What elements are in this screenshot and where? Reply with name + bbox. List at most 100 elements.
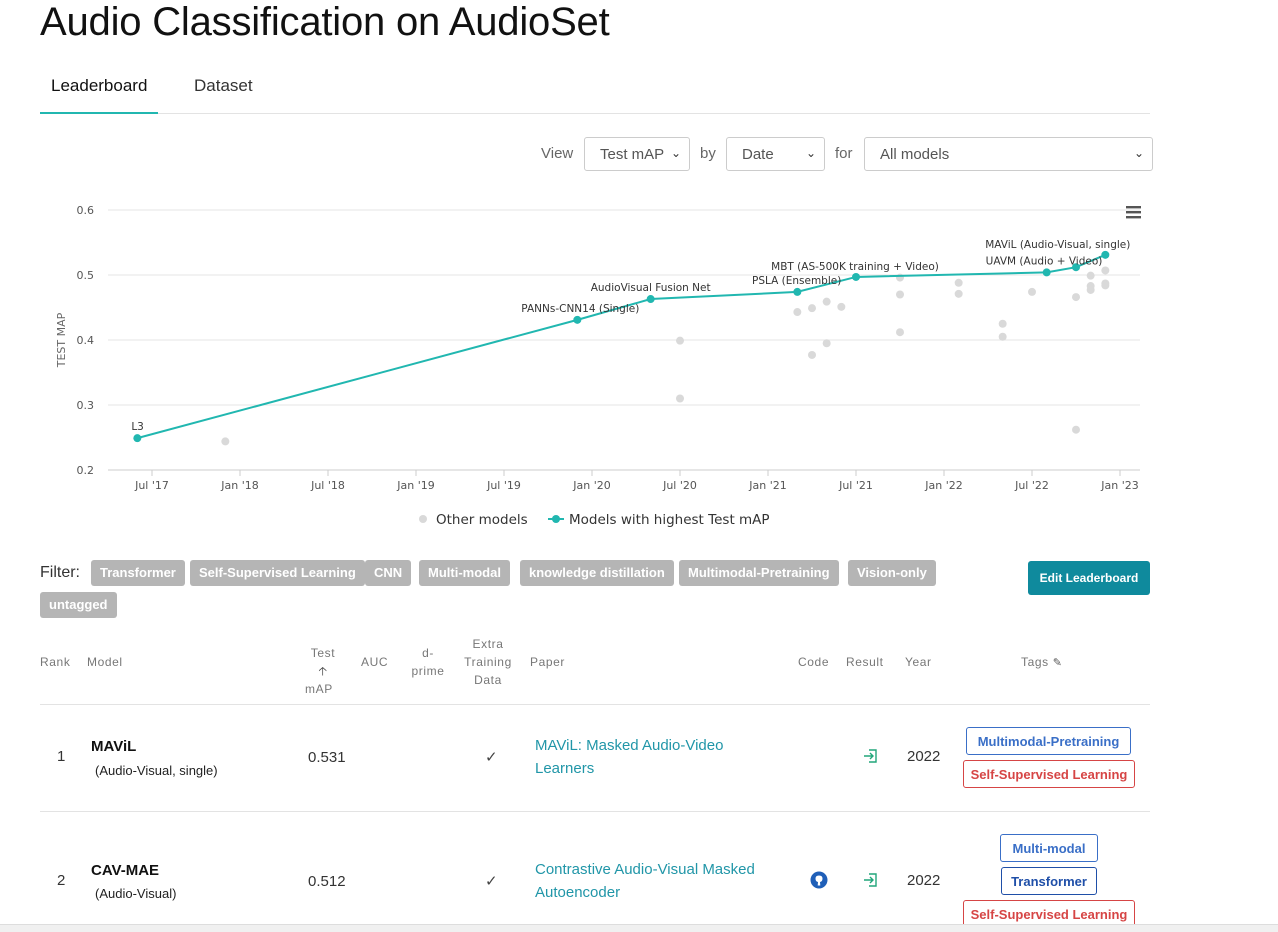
x-tick-label: Jan '19 <box>396 479 434 492</box>
row-model-sub: (Audio-Visual) <box>95 886 177 901</box>
github-icon[interactable] <box>810 871 828 894</box>
other-model-point <box>221 437 230 446</box>
header-extra-data: Extra Training Data <box>458 635 518 689</box>
filter-tag-untagged[interactable]: untagged <box>40 592 117 618</box>
result-link-icon[interactable] <box>863 748 879 769</box>
x-tick-label: Jan '20 <box>572 479 610 492</box>
x-tick-label: Jul '17 <box>134 479 169 492</box>
y-tick-label: 0.2 <box>77 464 95 477</box>
row-model-name[interactable]: MAViL <box>91 738 136 755</box>
models-select[interactable]: All models ⌄ <box>864 137 1153 171</box>
filter-tag-self-supervised[interactable]: Self-Supervised Learning <box>190 560 365 586</box>
x-tick-label: Jul '20 <box>662 479 697 492</box>
other-model-point <box>896 328 904 337</box>
other-model-point <box>896 290 904 299</box>
header-year: Year <box>905 655 932 669</box>
x-tick-label: Jan '18 <box>220 479 258 492</box>
other-model-point <box>808 350 816 359</box>
best-model-point <box>793 287 802 296</box>
row-tag[interactable]: Multi-modal <box>1000 834 1098 862</box>
y-tick-label: 0.6 <box>77 204 95 217</box>
point-label: UAVM (Audio + Video) <box>986 255 1103 267</box>
models-select-value: All models <box>880 146 950 163</box>
metric-select[interactable]: Test mAP ⌄ <box>584 137 690 171</box>
x-tick-label: Jul '19 <box>486 479 521 492</box>
tab-leaderboard[interactable]: Leaderboard <box>51 76 147 96</box>
horizontal-scrollbar[interactable] <box>0 924 1278 932</box>
best-model-point <box>852 272 860 281</box>
row-paper-line2: Autoencoder <box>535 884 621 901</box>
chevron-down-icon: ⌄ <box>1133 146 1144 160</box>
row-paper-link[interactable]: Contrastive Audio-Visual Masked Autoenco… <box>535 858 775 904</box>
x-tick-label: Jul '18 <box>310 479 345 492</box>
for-label: for <box>835 145 853 162</box>
legend-other-label: Other models <box>436 512 528 528</box>
edit-leaderboard-button[interactable]: Edit Leaderboard <box>1028 561 1150 595</box>
header-code: Code <box>798 655 830 669</box>
xaxis-select[interactable]: Date ⌄ <box>726 137 825 171</box>
header-paper: Paper <box>530 655 566 669</box>
header-test-map[interactable]: Test 🡡 mAP <box>305 644 341 698</box>
by-label: by <box>700 145 716 162</box>
row-test-map: 0.512 <box>308 873 346 890</box>
other-model-point <box>998 332 1007 341</box>
chart-menu-icon[interactable] <box>1126 206 1141 219</box>
best-model-point <box>1042 268 1051 277</box>
filter-tag-knowledge-distillation[interactable]: knowledge distillation <box>520 560 674 586</box>
row-year: 2022 <box>907 872 941 889</box>
x-tick-label: Jan '22 <box>924 479 962 492</box>
other-model-point <box>1101 266 1110 275</box>
other-model-point <box>822 297 831 306</box>
tab-dataset[interactable]: Dataset <box>194 76 253 96</box>
other-model-point <box>1072 425 1080 434</box>
filter-tag-vision-only[interactable]: Vision-only <box>848 560 936 586</box>
leaderboard-chart: L3 PANNs-CNN14 (Single) AudioVisual Fusion… <box>55 204 1141 528</box>
other-model-point <box>793 308 802 317</box>
other-model-point <box>808 304 816 313</box>
point-label: L3 <box>131 421 144 433</box>
legend-other-marker <box>419 515 427 523</box>
point-label: PANNs-CNN14 (Single) <box>521 303 639 315</box>
row-paper-link[interactable]: MAViL: Masked Audio-Video Learners <box>535 734 775 780</box>
header-tags-label: Tags <box>1021 655 1049 669</box>
other-model-point <box>676 336 684 345</box>
other-model-point <box>1086 271 1095 280</box>
edit-icon[interactable]: ✎ <box>1053 657 1063 669</box>
x-tick-label: Jan '23 <box>1100 479 1138 492</box>
other-model-point <box>896 273 904 282</box>
header-tags[interactable]: Tags ✎ <box>1021 653 1063 672</box>
header-test-map-line2: mAP <box>305 682 333 696</box>
x-tick-label: Jul '22 <box>1014 479 1049 492</box>
y-tick-label: 0.5 <box>77 269 95 282</box>
row-rank: 1 <box>57 748 66 765</box>
filter-tag-multi-modal[interactable]: Multi-modal <box>419 560 510 586</box>
filter-tag-multimodal-pretraining[interactable]: Multimodal-Pretraining <box>679 560 839 586</box>
legend-best-marker <box>552 515 560 523</box>
other-model-point <box>837 302 846 311</box>
row-rank: 2 <box>57 872 66 889</box>
header-test-map-line1: Test <box>310 646 336 660</box>
header-auc: AUC <box>361 655 389 669</box>
point-label: PSLA (Ensemble) <box>752 275 841 287</box>
filter-tag-cnn[interactable]: CNN <box>365 560 412 586</box>
best-model-point <box>1101 250 1110 259</box>
row-tag[interactable]: Self-Supervised Learning <box>963 760 1135 788</box>
filter-tag-transformer[interactable]: Transformer <box>91 560 185 586</box>
metric-select-value: Test mAP <box>600 146 665 163</box>
result-link-icon[interactable] <box>863 872 879 893</box>
check-icon: ✓ <box>485 749 498 766</box>
row-model-name[interactable]: CAV-MAE <box>91 862 159 879</box>
best-model-point <box>133 434 142 443</box>
other-model-point <box>822 339 831 348</box>
point-label: AudioVisual Fusion Net <box>591 282 711 294</box>
row-tag[interactable]: Multimodal-Pretraining <box>966 727 1131 755</box>
row-model-sub: (Audio-Visual, single) <box>95 763 218 778</box>
filter-label: Filter: <box>40 564 80 581</box>
other-model-point <box>676 394 684 403</box>
row-test-map: 0.531 <box>308 749 346 766</box>
row-tag[interactable]: Transformer <box>1001 867 1097 895</box>
other-model-point <box>998 319 1007 328</box>
other-model-point <box>954 289 963 298</box>
y-axis-label: TEST MAP <box>55 312 68 368</box>
row-divider <box>40 811 1150 812</box>
